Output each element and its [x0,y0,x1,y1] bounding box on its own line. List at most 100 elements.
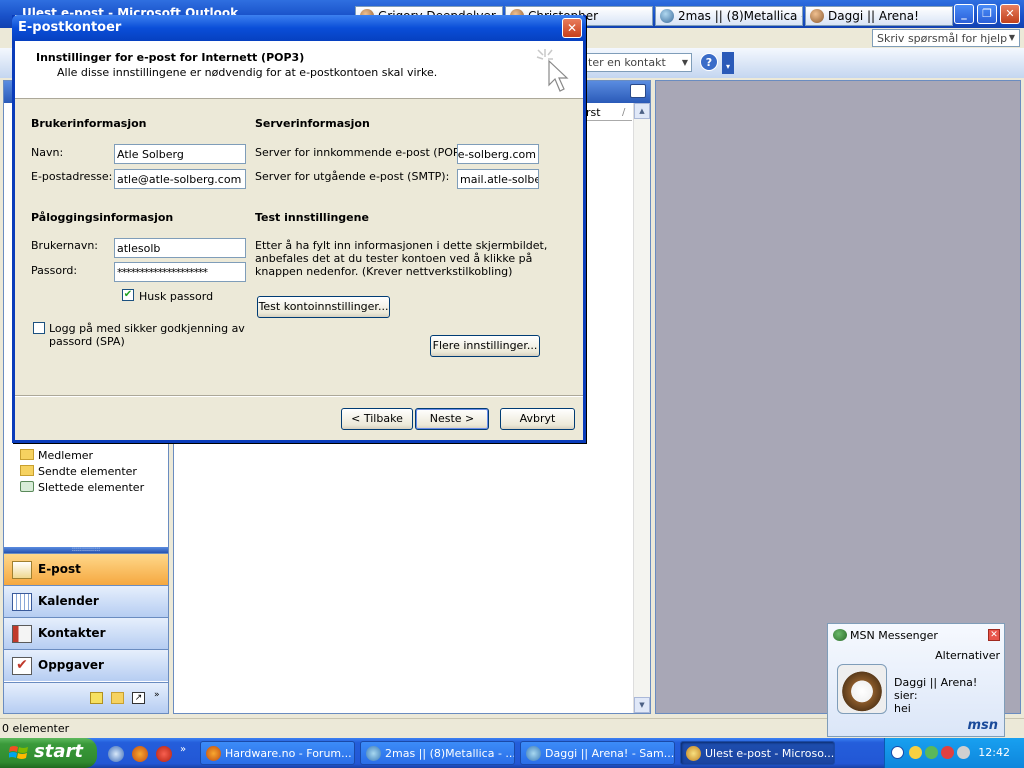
folder-item-deleted[interactable]: Slettede elementer [20,481,144,494]
name-field[interactable]: Atle Solberg [114,144,246,164]
msn-options-link[interactable]: Alternativer [935,649,1000,662]
msn-chat-icon [526,746,541,761]
sent-folder-icon [20,465,34,476]
restore-button[interactable]: ❐ [977,4,997,24]
task-button-2mas[interactable]: 2mas || (8)Metallica - ... [360,741,515,765]
clock: 12:42 [978,746,1010,759]
firefox-icon[interactable] [132,746,148,762]
username-field[interactable]: atlesolb [114,238,246,258]
system-tray: 12:42 [884,738,1024,768]
configure-buttons-icon[interactable]: » [154,690,160,700]
contacts-icon [12,625,32,643]
taskbar: start » Hardware.no - Forum... 2mas || (… [0,738,1024,768]
msn-popup-close-icon[interactable]: ✕ [988,629,1000,641]
quicklaunch-more-icon[interactable]: » [180,744,186,755]
msn-buddy-icon [833,629,847,641]
spa-label-line1: Logg på med sikker godkjenning av [49,322,245,335]
next-button[interactable]: Neste > [415,408,489,430]
nav-button-tasks[interactable]: ✔ Oppgaver [4,649,168,681]
test-description: Etter å ha fylt inn informasjonen i dett… [255,239,548,278]
close-button[interactable]: ✕ [1000,4,1020,24]
folder-item-medlemer[interactable]: Medlemer [20,449,93,462]
tray-app-icon[interactable] [909,746,922,759]
nav-button-calendar[interactable]: Kalender [4,585,168,617]
task-button-outlook[interactable]: Ulest e-post - Microso... [680,741,835,765]
contact-icon [660,9,674,23]
back-button[interactable]: < Tilbake [341,408,413,430]
desktop-icon[interactable] [108,746,124,762]
calendar-icon [12,593,32,611]
email-accounts-dialog: E-postkontoer ✕ Innstillinger for e-post… [12,15,586,443]
nav-button-mail[interactable]: E-post [4,553,168,585]
trash-icon [20,481,34,492]
vertical-scrollbar[interactable]: ▲ ▼ [633,103,650,713]
email-label: E-postadresse: [31,170,113,183]
help-icon[interactable]: ? [700,53,718,71]
sort-arrow-icon: / [622,107,626,118]
remember-password-checkbox[interactable]: ✔ [122,289,134,301]
msn-notification-popup[interactable]: MSN Messenger ✕ Alternativer Daggi || Ar… [827,623,1005,737]
task-button-daggi[interactable]: Daggi || Arena! - Sam... [520,741,675,765]
folder-item-sent[interactable]: Sendte elementer [20,465,137,478]
tasks-icon: ✔ [12,657,32,675]
more-settings-button[interactable]: Flere innstillinger... [430,335,540,357]
spa-checkbox[interactable] [33,322,45,334]
scroll-up-icon[interactable]: ▲ [634,103,650,119]
windows-logo-icon [9,746,28,759]
volume-icon[interactable] [957,746,970,759]
search-icon[interactable] [630,84,646,98]
minimize-button[interactable]: _ [954,4,974,24]
username-label: Brukernavn: [31,239,99,252]
dialog-header-subtitle: Alle disse innstillingene er nødvendig f… [57,66,438,79]
nav-button-contacts[interactable]: Kontakter [4,617,168,649]
spa-label-line2: passord (SPA) [49,335,125,348]
server-info-heading: Serverinformasjon [255,117,370,130]
reading-pane [655,80,1021,714]
test-account-button[interactable]: Test kontoinnstillinger... [257,296,390,318]
outgoing-server-field[interactable]: mail.atle-solberg [457,169,539,189]
toolbar-options-icon[interactable]: ▾ [722,52,734,74]
find-contact-input[interactable]: ter en kontakt ▼ [584,53,692,72]
folder-icon [20,449,34,460]
help-search-input[interactable]: Skriv spørsmål for hjelp ▼ [872,29,1020,47]
shortcuts-icon[interactable]: ↗ [132,692,145,704]
password-label: Passord: [31,264,78,277]
nav-shortcuts-bar: ↗ » [4,682,168,713]
chevron-down-icon[interactable]: ▼ [679,54,691,71]
scroll-down-icon[interactable]: ▼ [634,697,650,713]
wizard-cursor-icon [536,49,569,92]
dialog-titlebar: E-postkontoer ✕ [12,15,586,41]
msn-tab-3[interactable]: 2mas || (8)Metallica - .... [655,6,803,26]
test-settings-heading: Test innstillingene [255,211,369,224]
folder-list-icon[interactable] [111,692,124,704]
incoming-server-field[interactable]: atle-solberg.com [457,144,539,164]
tray-app-icon[interactable] [941,746,954,759]
opera-icon[interactable] [156,746,172,762]
dialog-header: Innstillinger for e-post for Internett (… [15,41,583,99]
dialog-header-title: Innstillinger for e-post for Internett (… [36,51,305,64]
msn-tray-icon[interactable] [925,746,938,759]
firefox-icon [206,746,221,761]
start-button[interactable]: start [0,738,97,768]
chevron-down-icon[interactable]: ▼ [1005,30,1019,46]
task-button-hardware[interactable]: Hardware.no - Forum... [200,741,355,765]
msn-message: Daggi || Arena! sier: hei [894,676,978,715]
contact-icon [810,9,824,23]
remember-password-label: Husk passord [139,290,214,303]
dialog-title: E-postkontoer [18,20,122,35]
msn-popup-title: MSN Messenger [850,629,938,642]
dialog-close-button[interactable]: ✕ [562,18,582,38]
msn-chat-icon [366,746,381,761]
notes-icon[interactable] [90,692,103,704]
login-info-heading: Påloggingsinformasjon [31,211,174,224]
cancel-button[interactable]: Avbryt [500,408,575,430]
name-label: Navn: [31,146,64,159]
incoming-server-label: Server for innkommende e-post (POP3): [255,146,475,159]
email-field[interactable]: atle@atle-solberg.com [114,169,246,189]
msn-tab-4[interactable]: Daggi || Arena! [805,6,953,26]
password-field[interactable]: ******************** [114,262,246,282]
screen: Ulest e-post - Microsoft Outlook _ ❐ ✕ G… [0,0,1024,768]
outlook-icon [686,746,701,761]
dialog-separator [15,395,583,397]
tray-expand-icon[interactable] [891,746,904,759]
